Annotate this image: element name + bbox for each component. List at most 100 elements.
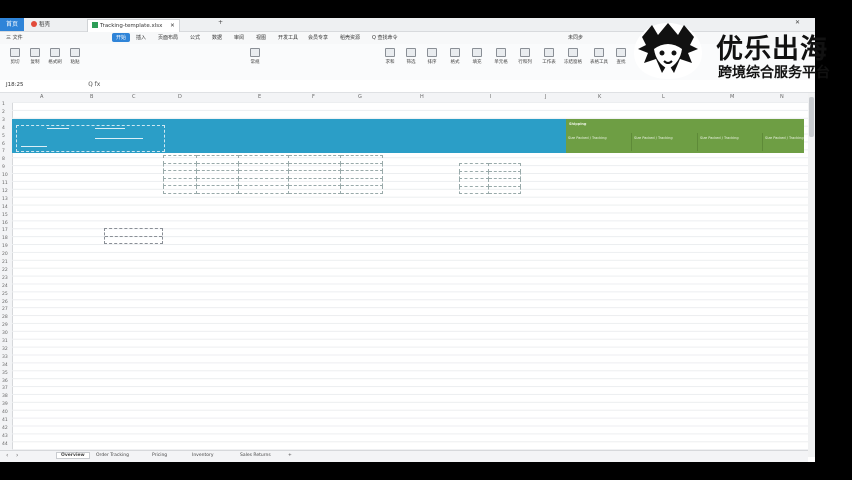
row-header[interactable]: 34 — [2, 363, 8, 368]
row-header[interactable]: 17 — [2, 228, 8, 233]
col-header[interactable]: L — [662, 94, 665, 100]
row-header[interactable]: 29 — [2, 323, 8, 328]
row-header[interactable]: 4 — [2, 126, 5, 131]
row-header[interactable]: 16 — [2, 221, 8, 226]
prev-sheet-icon[interactable]: ‹ — [6, 452, 8, 459]
summary-table[interactable] — [459, 163, 522, 194]
row-header[interactable]: 26 — [2, 300, 8, 305]
sheet-tab-pricing[interactable]: Pricing — [152, 453, 167, 458]
name-box[interactable]: J18:25 — [6, 82, 23, 88]
row-header[interactable]: 6 — [2, 142, 5, 147]
sheet-tab-sales-returns[interactable]: Sales Returns — [240, 453, 271, 458]
row-header[interactable]: 40 — [2, 410, 8, 415]
col-header[interactable]: C — [132, 94, 136, 100]
column-divider — [631, 133, 632, 151]
col-header[interactable]: H — [420, 94, 424, 100]
row-header[interactable]: 13 — [2, 197, 8, 202]
row-header[interactable]: 20 — [2, 252, 8, 257]
new-tab-icon[interactable]: + — [218, 19, 223, 26]
menu-member[interactable]: 会员专享 — [308, 34, 328, 41]
row-header[interactable]: 32 — [2, 347, 8, 352]
col-header[interactable]: J — [545, 94, 546, 100]
fx-icon[interactable]: ℚ fx — [88, 81, 100, 88]
col-header[interactable]: N — [780, 94, 784, 100]
row-header[interactable]: 10 — [2, 173, 8, 178]
row-header[interactable]: 44 — [2, 442, 8, 447]
col-header[interactable]: G — [358, 94, 362, 100]
add-sheet-icon[interactable]: + — [288, 453, 292, 458]
tracking-table[interactable] — [163, 155, 384, 194]
row-header[interactable]: 28 — [2, 315, 8, 320]
tab-docer[interactable]: 稻壳 — [27, 19, 54, 31]
col-header[interactable]: D — [178, 94, 182, 100]
menu-page-layout[interactable]: 页面布局 — [158, 34, 178, 41]
menu-data[interactable]: 数据 — [212, 34, 222, 41]
home-tab[interactable]: 首页 — [0, 18, 24, 31]
row-header[interactable]: 8 — [2, 157, 5, 162]
row-header[interactable]: 9 — [2, 165, 5, 170]
row-header[interactable]: 39 — [2, 402, 8, 407]
col-header[interactable]: M — [730, 94, 734, 100]
row-header[interactable]: 25 — [2, 292, 8, 297]
row-header[interactable]: 7 — [2, 149, 5, 154]
row-header[interactable]: 37 — [2, 386, 8, 391]
col-header[interactable]: I — [490, 94, 491, 100]
menu-home[interactable]: 开始 — [112, 33, 131, 42]
col-header[interactable]: E — [258, 94, 261, 100]
row-header[interactable]: 43 — [2, 434, 8, 439]
selected-cell[interactable] — [105, 229, 162, 237]
row-header[interactable]: 14 — [2, 205, 8, 210]
number-format-button[interactable]: 常规 — [240, 48, 270, 65]
sort-icon — [427, 48, 437, 57]
menu-file[interactable]: 三 文件 — [6, 34, 23, 41]
selected-range[interactable] — [104, 228, 163, 244]
col-header[interactable]: B — [90, 94, 93, 100]
paste-button[interactable]: 粘贴 — [60, 48, 90, 65]
row-header[interactable]: 27 — [2, 307, 8, 312]
row-header[interactable]: 18 — [2, 236, 8, 241]
row-header[interactable]: 35 — [2, 371, 8, 376]
close-icon[interactable]: ✕ — [170, 23, 175, 29]
scrollbar-thumb[interactable] — [809, 97, 814, 137]
menu-view[interactable]: 视图 — [256, 34, 266, 41]
row-header[interactable]: 33 — [2, 355, 8, 360]
row-header[interactable]: 21 — [2, 260, 8, 265]
menu-search-command[interactable]: Q 查找命令 — [372, 34, 398, 41]
table-row — [163, 177, 384, 186]
next-sheet-icon[interactable]: › — [16, 452, 18, 459]
menu-review[interactable]: 审阅 — [234, 34, 244, 41]
tab-workbook[interactable]: Tracking-template.xlsx ✕ — [87, 19, 180, 32]
cell-grid[interactable] — [12, 102, 808, 450]
row-header[interactable]: 38 — [2, 394, 8, 399]
row-header[interactable]: 12 — [2, 189, 8, 194]
row-header[interactable]: 31 — [2, 339, 8, 344]
vertical-scrollbar[interactable] — [808, 93, 815, 457]
row-header[interactable]: 11 — [2, 181, 8, 186]
banner-text-line — [95, 128, 125, 129]
row-header[interactable]: 1 — [2, 102, 5, 107]
sync-status[interactable]: 未同步 — [568, 34, 583, 41]
menu-formulas[interactable]: 公式 — [190, 34, 200, 41]
rows-columns-icon — [520, 48, 530, 57]
row-header[interactable]: 5 — [2, 134, 5, 139]
row-header[interactable]: 22 — [2, 268, 8, 273]
menu-developer[interactable]: 开发工具 — [278, 34, 298, 41]
sheet-tab-order-tracking[interactable]: Order Tracking — [96, 453, 129, 458]
sheet-tab-inventory[interactable]: Inventory — [192, 453, 214, 458]
row-header[interactable]: 24 — [2, 284, 8, 289]
sheet-tab-overview[interactable]: Overview — [56, 452, 90, 459]
col-header[interactable]: K — [598, 94, 601, 100]
col-header[interactable]: F — [312, 94, 315, 100]
row-header[interactable]: 36 — [2, 379, 8, 384]
row-header[interactable]: 15 — [2, 213, 8, 218]
row-header[interactable]: 3 — [2, 118, 5, 123]
menu-docer-resources[interactable]: 稻壳资源 — [340, 34, 360, 41]
col-header[interactable]: A — [40, 94, 43, 100]
menu-insert[interactable]: 插入 — [136, 34, 146, 41]
row-header[interactable]: 19 — [2, 244, 8, 249]
row-header[interactable]: 23 — [2, 276, 8, 281]
row-header[interactable]: 30 — [2, 331, 8, 336]
row-header[interactable]: 42 — [2, 426, 8, 431]
row-header[interactable]: 2 — [2, 110, 5, 115]
row-header[interactable]: 41 — [2, 418, 8, 423]
